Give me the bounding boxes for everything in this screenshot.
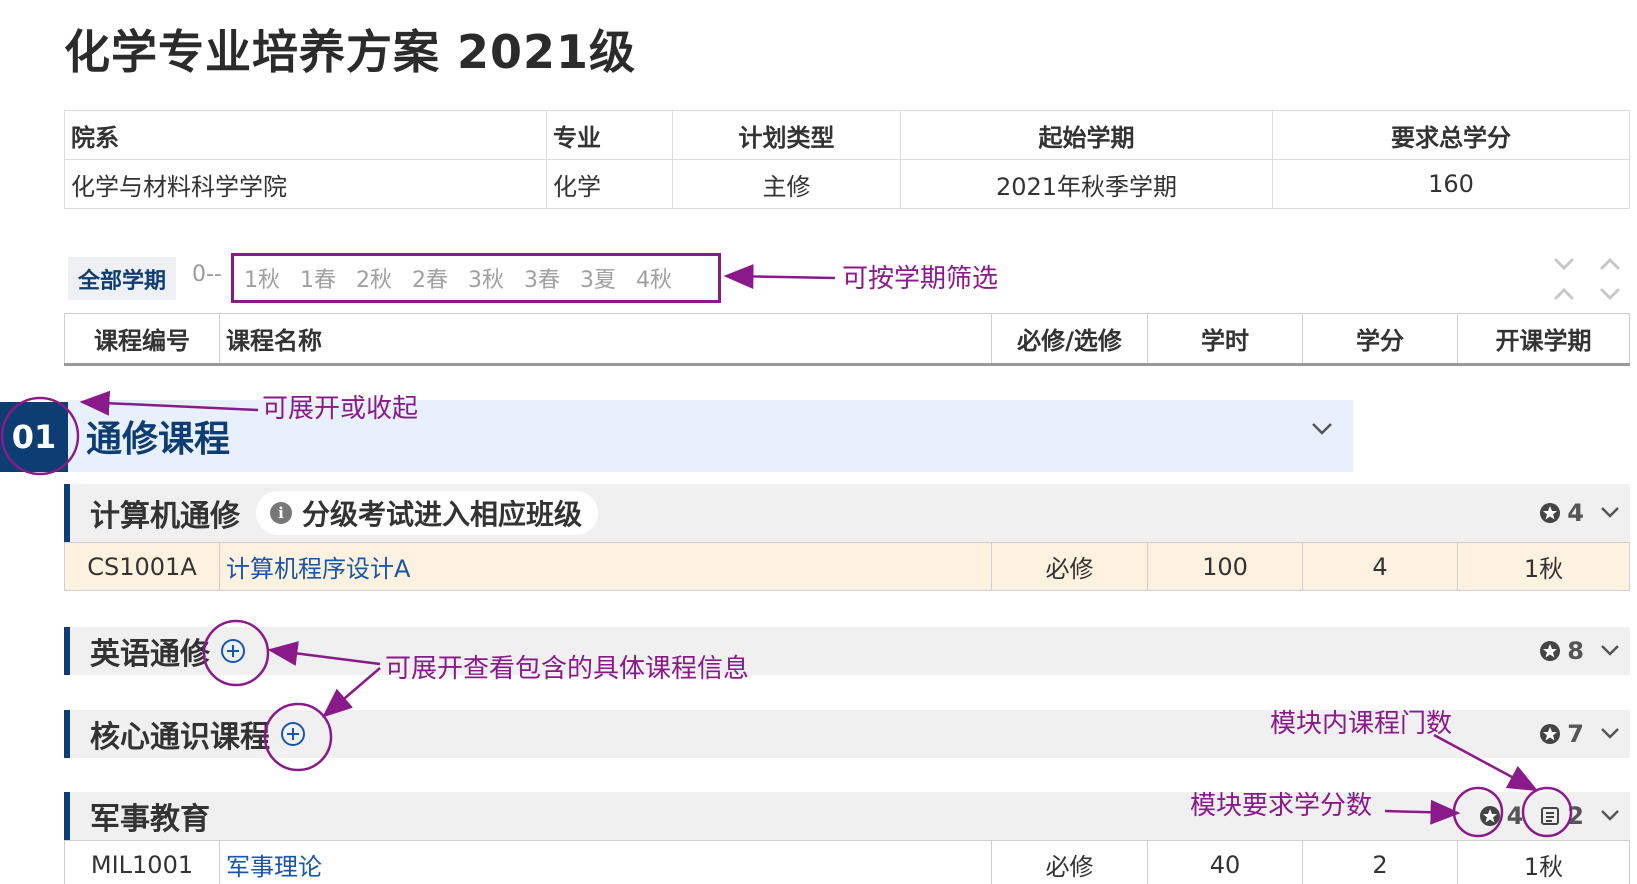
table-row: MIL1001 军事理论 必修 40 2 1秋	[64, 840, 1630, 884]
expand-plus-icon[interactable]	[220, 638, 246, 664]
semester-filter-2-fall[interactable]: 2秋	[356, 262, 392, 294]
course-name-link[interactable]: 计算机程序设计A	[219, 542, 992, 591]
column-required-elective: 必修/选修	[991, 313, 1148, 365]
module-credit-summary: 8	[1539, 627, 1620, 675]
info-icon: i	[270, 502, 292, 524]
module-credits: 4	[1506, 802, 1524, 830]
course-type: 必修	[991, 542, 1148, 591]
info-header-plan-type: 计划类型	[672, 110, 901, 160]
semester-filter-zero[interactable]: 0--	[192, 262, 222, 287]
course-code: MIL1001	[64, 840, 220, 884]
course-term: 1秋	[1457, 542, 1630, 591]
column-course-code: 课程编号	[64, 313, 220, 365]
annotation-expand: 可展开或收起	[262, 394, 419, 424]
module-credit-summary: 4 2	[1479, 792, 1620, 840]
module-english-header[interactable]: 英语通修 8	[64, 627, 1630, 675]
module-title: 核心通识课程	[90, 720, 270, 755]
chevron-down-icon[interactable]	[1600, 644, 1620, 658]
course-column-header: 课程编号 课程名称 必修/选修 学时 学分 开课学期	[64, 313, 1630, 366]
module-title: 英语通修	[90, 637, 210, 672]
credit-star-icon	[1540, 641, 1561, 661]
semester-filter-2-spring[interactable]: 2春	[412, 262, 448, 294]
annotation-arrow-filter	[723, 264, 836, 290]
semester-filter-1-fall[interactable]: 1秋	[244, 262, 280, 294]
module-note-pill: i 分级考试进入相应班级	[256, 491, 599, 535]
module-credit-summary: 7	[1539, 710, 1620, 758]
semester-filter-4-fall[interactable]: 4秋	[636, 262, 672, 294]
info-header-major: 专业	[546, 110, 673, 160]
chevron-down-icon[interactable]	[1311, 422, 1333, 436]
course-name-link[interactable]: 军事理论	[219, 840, 992, 884]
page-title: 化学专业培养方案 2021级	[64, 25, 637, 79]
course-row-cs1001a: CS1001A 计算机程序设计A 必修 100 4 1秋	[64, 542, 1630, 591]
course-hours: 100	[1147, 542, 1303, 591]
info-header-total-credits: 要求总学分	[1272, 110, 1630, 160]
collapse-expand-all-icon[interactable]	[1552, 256, 1622, 302]
chevron-down-icon[interactable]	[1600, 809, 1620, 823]
info-value-dept: 化学与材料科学学院	[64, 159, 547, 209]
chevron-down-icon[interactable]	[1600, 506, 1620, 520]
info-value-start-term: 2021年秋季学期	[900, 159, 1273, 209]
column-term: 开课学期	[1457, 313, 1630, 365]
section-general-courses-header[interactable]: 通修课程	[68, 400, 1353, 472]
course-type: 必修	[991, 840, 1148, 884]
module-credit-summary: 4	[1539, 484, 1620, 542]
table-row: CS1001A 计算机程序设计A 必修 100 4 1秋	[64, 542, 1630, 591]
module-title: 军事教育	[90, 802, 210, 837]
semester-filter-3-summer[interactable]: 3夏	[580, 262, 616, 294]
info-header-start-term: 起始学期	[900, 110, 1273, 160]
semester-filter-all[interactable]: 全部学期	[68, 257, 176, 300]
module-course-count: 2	[1567, 802, 1584, 830]
semester-filter-1-spring[interactable]: 1春	[300, 262, 336, 294]
module-computer-header[interactable]: 计算机通修 i 分级考试进入相应班级 4	[64, 484, 1630, 542]
credit-star-icon	[1540, 503, 1561, 523]
semester-filter-group: 1秋 1春 2秋 2春 3秋 3春 3夏 4秋	[231, 253, 721, 303]
annotation-arrow-core	[322, 667, 381, 718]
expand-plus-icon[interactable]	[280, 721, 306, 747]
module-credits: 4	[1567, 499, 1584, 527]
annotation-credit-req: 模块要求学分数	[1190, 791, 1373, 821]
course-code: CS1001A	[64, 542, 220, 591]
credit-star-icon	[1479, 806, 1500, 826]
semester-filter-3-fall[interactable]: 3秋	[468, 262, 504, 294]
course-credits: 4	[1302, 542, 1458, 591]
annotation-filter: 可按学期筛选	[842, 264, 999, 294]
course-row-mil1001: MIL1001 军事理论 必修 40 2 1秋	[64, 840, 1630, 884]
info-value-plan-type: 主修	[672, 159, 901, 209]
module-credits: 8	[1567, 637, 1584, 665]
info-header-dept: 院系	[64, 110, 547, 160]
annotation-expand-detail: 可展开查看包含的具体课程信息	[385, 654, 750, 684]
course-list-icon	[1541, 807, 1560, 825]
annotation-course-count: 模块内课程门数	[1270, 709, 1453, 739]
module-note-text: 分级考试进入相应班级	[302, 498, 583, 531]
credit-star-icon	[1540, 724, 1561, 744]
column-hours: 学时	[1147, 313, 1303, 365]
course-term: 1秋	[1457, 840, 1630, 884]
course-hours: 40	[1147, 840, 1303, 884]
info-value-total-credits: 160	[1272, 159, 1630, 209]
column-course-name: 课程名称	[219, 313, 992, 365]
semester-filter-3-spring[interactable]: 3春	[524, 262, 560, 294]
program-info-table: 院系 专业 计划类型 起始学期 要求总学分 化学与材料科学学院 化学 主修 20…	[64, 110, 1630, 209]
section-title: 通修课程	[86, 419, 231, 460]
chevron-down-icon[interactable]	[1600, 727, 1620, 741]
module-credits: 7	[1567, 720, 1584, 748]
section-number-badge[interactable]: 01	[0, 402, 68, 472]
module-military-header[interactable]: 军事教育 4 2	[64, 792, 1630, 840]
info-value-major: 化学	[546, 159, 673, 209]
column-credits: 学分	[1302, 313, 1458, 365]
module-title: 计算机通修	[90, 499, 240, 534]
course-credits: 2	[1302, 840, 1458, 884]
